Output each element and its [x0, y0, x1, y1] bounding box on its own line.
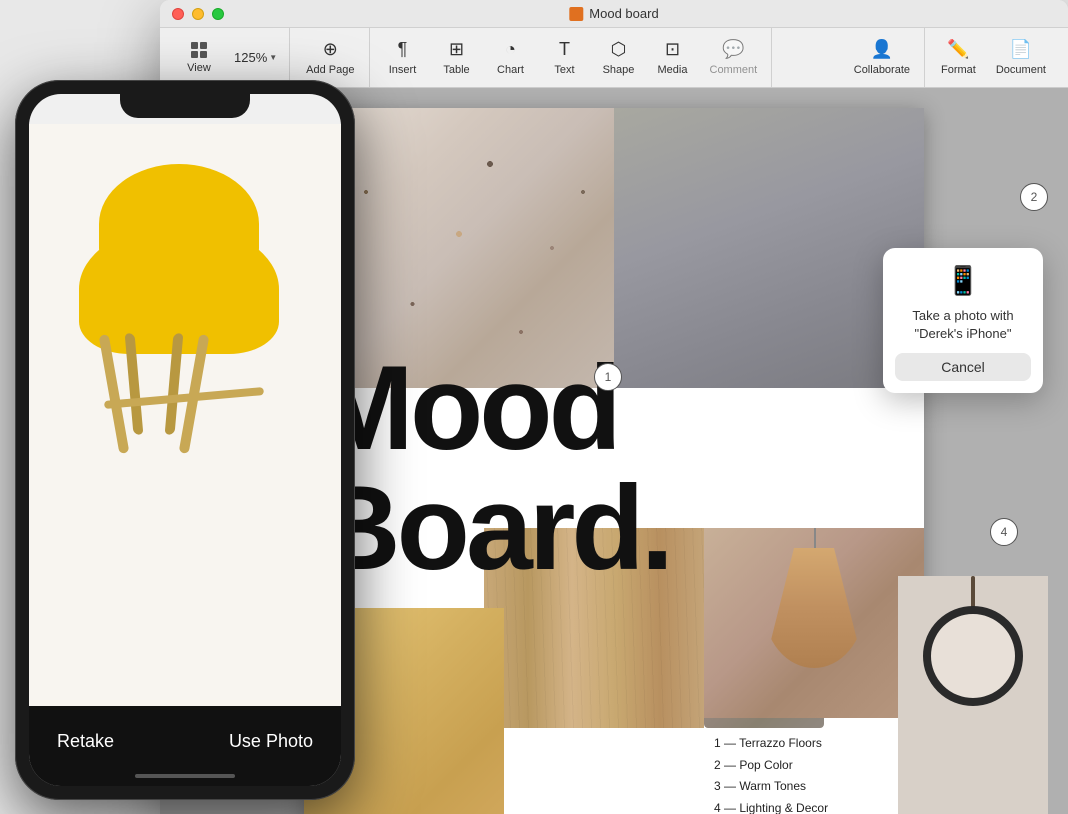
- text-button[interactable]: T Text: [540, 35, 590, 80]
- shape-button[interactable]: ⬡ Shape: [594, 35, 644, 80]
- page-number-1: 1: [594, 363, 622, 391]
- iphone-popup: 📱 Take a photo with "Derek's iPhone" Can…: [883, 248, 1043, 393]
- iphone-notch: [120, 94, 250, 118]
- popup-text: Take a photo with "Derek's iPhone": [912, 307, 1013, 343]
- toolbar-group-insert: ¶ Insert ⊞ Table ◔ Chart T Text ⬡ Shape …: [372, 28, 773, 87]
- caption-item-3: 3 — Warm Tones: [714, 776, 828, 798]
- caption-item-1: 1 — Terrazzo Floors: [714, 733, 828, 755]
- iphone-body: Retake Use Photo: [15, 80, 355, 800]
- iphone-container: Retake Use Photo: [0, 0, 370, 814]
- caption-item-2: 2 — Pop Color: [714, 755, 828, 777]
- insert-button[interactable]: ¶ Insert: [378, 35, 428, 80]
- phone-icon: 📱: [946, 264, 981, 297]
- page-number-4: 4: [990, 518, 1018, 546]
- toolbar-group-format: ✏️ Format 📄 Document: [927, 28, 1060, 87]
- cancel-button[interactable]: Cancel: [895, 353, 1031, 381]
- window-title: Mood board: [589, 6, 658, 21]
- chart-icon: ◔: [505, 39, 516, 60]
- caption-list: 1 — Terrazzo Floors 2 — Pop Color 3 — Wa…: [714, 733, 828, 814]
- insert-icon: ¶: [398, 39, 408, 60]
- use-photo-button[interactable]: Use Photo: [229, 731, 313, 752]
- document-icon-toolbar: 📄: [1010, 39, 1032, 60]
- window-title-area: Mood board: [569, 6, 658, 21]
- media-icon: ⊡: [665, 39, 680, 60]
- comment-button[interactable]: 💬 Comment: [702, 35, 766, 80]
- mirror-panel: [898, 576, 1048, 814]
- caption-item-4: 4 — Lighting & Decor: [714, 798, 828, 814]
- document-button[interactable]: 📄 Document: [988, 35, 1054, 80]
- iphone-screen: Retake Use Photo: [29, 94, 341, 786]
- iphone-action-bar: Retake Use Photo: [29, 706, 341, 786]
- retake-button[interactable]: Retake: [57, 731, 114, 752]
- media-button[interactable]: ⊡ Media: [648, 35, 698, 80]
- page-number-2: 2: [1020, 183, 1048, 211]
- moodboard-content: 1 Mood Board.: [304, 108, 924, 814]
- shape-icon: ⬡: [611, 39, 627, 60]
- home-indicator: [135, 774, 235, 778]
- board-text: Board.: [304, 468, 924, 588]
- table-button[interactable]: ⊞ Table: [432, 35, 482, 80]
- text-icon: T: [559, 39, 570, 60]
- collaborate-button[interactable]: 👤 Collaborate: [846, 35, 918, 80]
- comment-icon: 💬: [722, 39, 744, 60]
- pages-document[interactable]: 1 Mood Board.: [304, 108, 924, 814]
- grey-wall-image: [614, 108, 924, 388]
- format-button[interactable]: ✏️ Format: [933, 35, 984, 80]
- toolbar-group-collaborate: 👤 Collaborate: [840, 28, 925, 87]
- document-icon: [569, 7, 583, 21]
- iphone-photo: [29, 124, 341, 706]
- chart-button[interactable]: ◔ Chart: [486, 35, 536, 80]
- collaborate-icon: 👤: [871, 39, 893, 60]
- table-icon: ⊞: [449, 39, 464, 60]
- mirror-shape: [923, 606, 1023, 706]
- format-icon: ✏️: [947, 39, 969, 60]
